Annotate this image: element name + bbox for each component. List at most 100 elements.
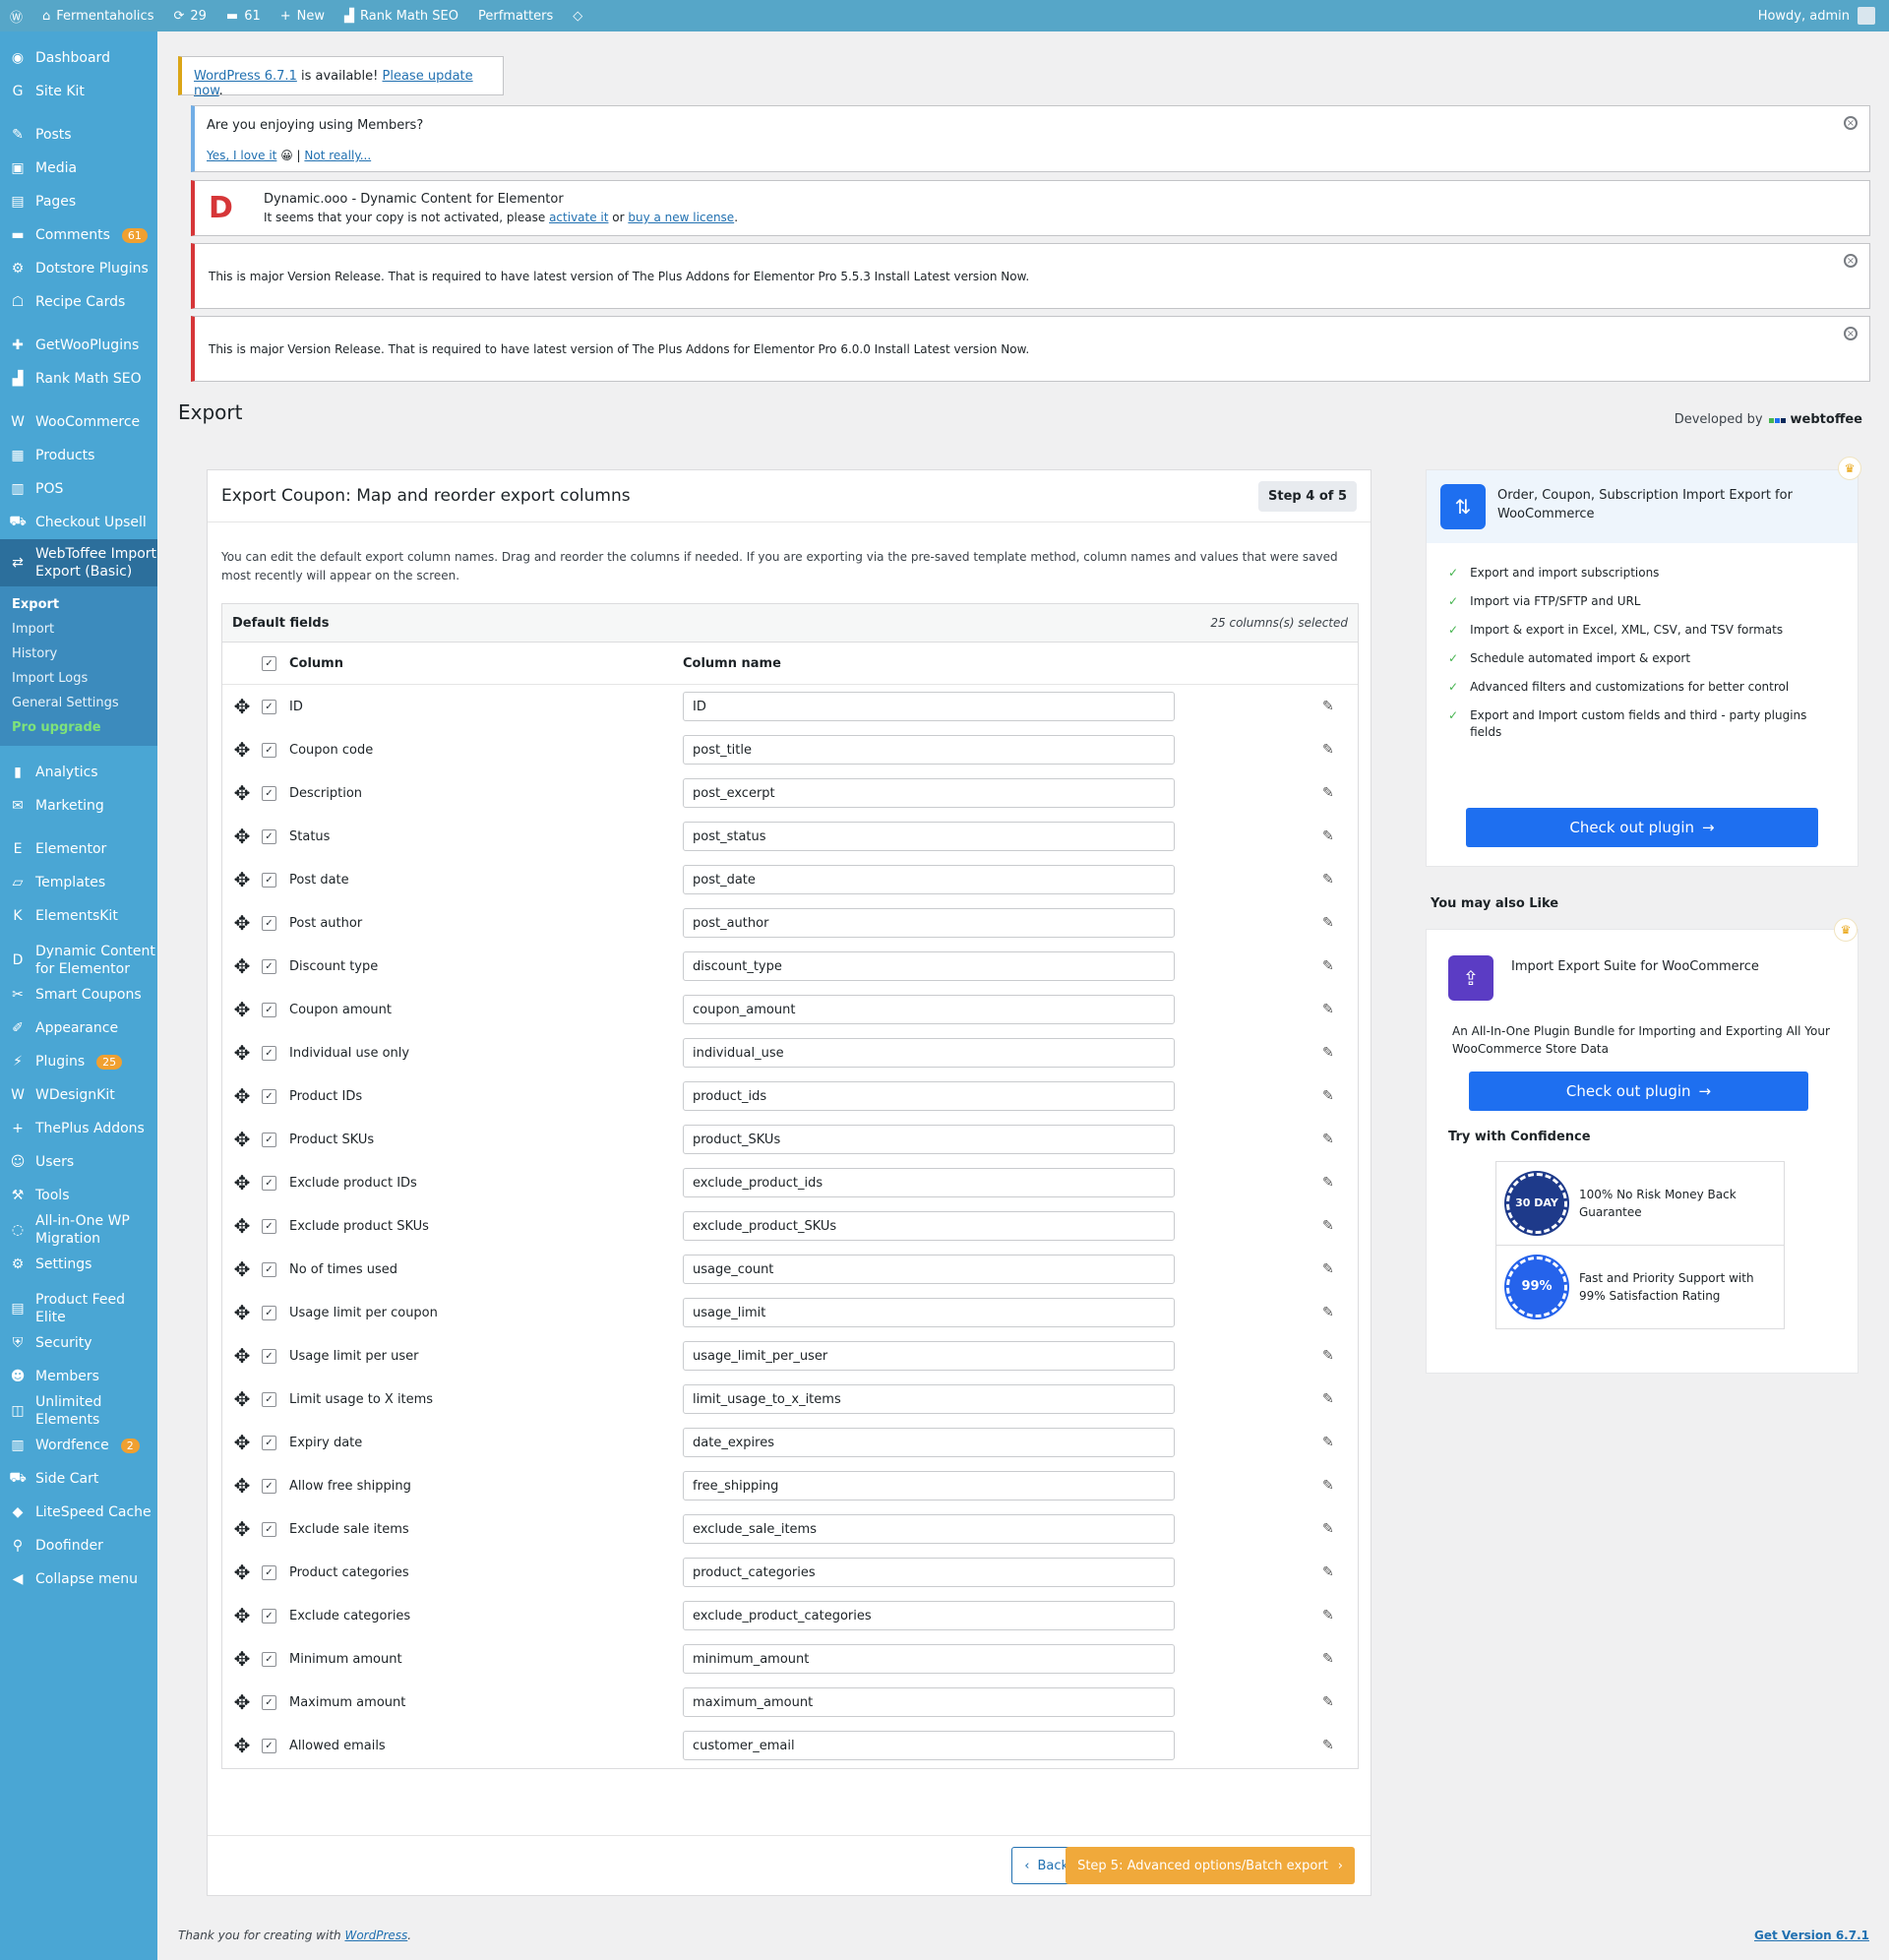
- field-checkbox[interactable]: ✓: [262, 828, 276, 844]
- pencil-icon[interactable]: ✎: [1322, 1175, 1334, 1191]
- drag-handle-icon[interactable]: ✥: [222, 1301, 262, 1324]
- perfmatters-link[interactable]: Perfmatters: [468, 0, 563, 31]
- pencil-icon[interactable]: ✎: [1322, 828, 1334, 844]
- sidebar-item-rankmath[interactable]: ▟ Rank Math SEO: [0, 362, 157, 396]
- field-checkbox[interactable]: ✓: [262, 1521, 276, 1537]
- sidebar-item-sitekit[interactable]: G Site Kit: [0, 75, 157, 108]
- pencil-icon[interactable]: ✎: [1322, 915, 1334, 931]
- drag-handle-icon[interactable]: ✥: [222, 954, 262, 978]
- field-checkbox[interactable]: ✓: [262, 1608, 276, 1623]
- sidebar-item-members[interactable]: ☻ Members: [0, 1360, 157, 1393]
- drag-handle-icon[interactable]: ✥: [222, 1561, 262, 1584]
- sidebar-item-litespeed[interactable]: ◆ LiteSpeed Cache: [0, 1496, 157, 1529]
- account-menu[interactable]: Howdy, admin: [1758, 7, 1889, 25]
- sidebar-item-appearance[interactable]: ✐ Appearance: [0, 1011, 157, 1045]
- field-checkbox[interactable]: ✓: [262, 1348, 276, 1364]
- pencil-icon[interactable]: ✎: [1322, 1305, 1334, 1320]
- pencil-icon[interactable]: ✎: [1322, 1738, 1334, 1753]
- field-checkbox[interactable]: ✓: [262, 1435, 276, 1450]
- yes-love-it-link[interactable]: Yes, I love it: [207, 149, 276, 162]
- pencil-icon[interactable]: ✎: [1322, 1694, 1334, 1710]
- sidebar-item-pos[interactable]: ▥ POS: [0, 472, 157, 506]
- drag-handle-icon[interactable]: ✥: [222, 998, 262, 1021]
- sidebar-item-settings[interactable]: ⚙ Settings: [0, 1248, 157, 1281]
- pencil-icon[interactable]: ✎: [1322, 1478, 1334, 1494]
- field-checkbox[interactable]: ✓: [262, 872, 276, 888]
- buy-license-link[interactable]: buy a new license: [628, 211, 734, 224]
- sidebar-item-posts[interactable]: ✎ Posts: [0, 118, 157, 152]
- drag-handle-icon[interactable]: ✥: [222, 1690, 262, 1714]
- sidebar-item-migration[interactable]: ◌ All-in-One WP Migration: [0, 1212, 157, 1248]
- column-name-input[interactable]: post_author: [683, 908, 1175, 938]
- drag-handle-icon[interactable]: ✥: [222, 1517, 262, 1541]
- sidebar-item-wdesignkit[interactable]: W WDesignKit: [0, 1078, 157, 1112]
- drag-handle-icon[interactable]: ✥: [222, 1128, 262, 1151]
- sidebar-item-plugins[interactable]: ⚡ Plugins 25: [0, 1045, 157, 1078]
- drag-handle-icon[interactable]: ✥: [222, 1344, 262, 1368]
- column-name-input[interactable]: post_excerpt: [683, 778, 1175, 808]
- drag-handle-icon[interactable]: ✥: [222, 1734, 262, 1757]
- sidebar-item-theplus[interactable]: + ThePlus Addons: [0, 1112, 157, 1145]
- sidebar-item-recipe[interactable]: ☖ Recipe Cards: [0, 285, 157, 319]
- not-really-link[interactable]: Not really...: [304, 149, 371, 162]
- field-checkbox[interactable]: ✓: [262, 742, 276, 758]
- drag-handle-icon[interactable]: ✥: [222, 1604, 262, 1627]
- sidebar-item-product-feed[interactable]: ▤ Product Feed Elite: [0, 1291, 157, 1326]
- submenu-item-import-logs[interactable]: Import Logs: [0, 666, 157, 691]
- column-name-input[interactable]: post_title: [683, 735, 1175, 765]
- next-step-button[interactable]: Step 5: Advanced options/Batch export ›: [1066, 1847, 1355, 1884]
- select-all-checkbox[interactable]: ✓: [262, 655, 276, 671]
- sidebar-item-media[interactable]: ▣ Media: [0, 152, 157, 185]
- submenu-item-pro-upgrade[interactable]: Pro upgrade: [0, 715, 157, 740]
- column-name-input[interactable]: free_shipping: [683, 1471, 1175, 1501]
- new-content-link[interactable]: + New: [271, 0, 335, 31]
- check-out-suite-button[interactable]: Check out plugin →: [1469, 1072, 1808, 1111]
- field-checkbox[interactable]: ✓: [262, 958, 276, 974]
- sidebar-item-side-cart[interactable]: ⛟ Side Cart: [0, 1462, 157, 1496]
- column-name-input[interactable]: post_date: [683, 865, 1175, 894]
- pencil-icon[interactable]: ✎: [1322, 1261, 1334, 1277]
- field-checkbox[interactable]: ✓: [262, 785, 276, 801]
- pencil-icon[interactable]: ✎: [1322, 1088, 1334, 1104]
- check-out-plugin-button[interactable]: Check out plugin →: [1466, 808, 1818, 847]
- submenu-item-import[interactable]: Import: [0, 617, 157, 642]
- sidebar-item-wordfence[interactable]: ▥ Wordfence 2: [0, 1429, 157, 1462]
- column-name-input[interactable]: maximum_amount: [683, 1687, 1175, 1717]
- pencil-icon[interactable]: ✎: [1322, 958, 1334, 974]
- updates-link[interactable]: ⟳ 29: [163, 0, 215, 31]
- drag-handle-icon[interactable]: ✥: [222, 1084, 262, 1108]
- submenu-item-export[interactable]: Export: [0, 592, 157, 617]
- pencil-icon[interactable]: ✎: [1322, 1564, 1334, 1580]
- drag-handle-icon[interactable]: ✥: [222, 1431, 262, 1454]
- pencil-icon[interactable]: ✎: [1322, 1651, 1334, 1667]
- drag-handle-icon[interactable]: ✥: [222, 868, 262, 891]
- drag-handle-icon[interactable]: ✥: [222, 1387, 262, 1411]
- column-name-input[interactable]: usage_limit: [683, 1298, 1175, 1327]
- field-checkbox[interactable]: ✓: [262, 1738, 276, 1753]
- pencil-icon[interactable]: ✎: [1322, 1391, 1334, 1407]
- sidebar-item-elementskit[interactable]: K ElementsKit: [0, 899, 157, 933]
- field-checkbox[interactable]: ✓: [262, 699, 276, 714]
- dismiss-icon[interactable]: ×: [1844, 327, 1858, 340]
- diamond-link[interactable]: ◇: [563, 0, 592, 31]
- field-checkbox[interactable]: ✓: [262, 1045, 276, 1061]
- pencil-icon[interactable]: ✎: [1322, 785, 1334, 801]
- column-name-input[interactable]: individual_use: [683, 1038, 1175, 1068]
- column-name-input[interactable]: product_SKUs: [683, 1125, 1175, 1154]
- pencil-icon[interactable]: ✎: [1322, 1002, 1334, 1017]
- column-name-input[interactable]: usage_count: [683, 1255, 1175, 1284]
- drag-handle-icon[interactable]: ✥: [222, 825, 262, 848]
- sidebar-item-marketing[interactable]: ✉ Marketing: [0, 789, 157, 823]
- get-version-link[interactable]: Get Version 6.7.1: [1754, 1929, 1869, 1942]
- pencil-icon[interactable]: ✎: [1322, 1132, 1334, 1147]
- sidebar-item-elementor[interactable]: E Elementor: [0, 832, 157, 866]
- pencil-icon[interactable]: ✎: [1322, 1435, 1334, 1450]
- column-name-input[interactable]: post_status: [683, 822, 1175, 851]
- sidebar-item-dynamic-content[interactable]: D Dynamic Content for Elementor: [0, 943, 157, 978]
- sidebar-item-collapse[interactable]: ◀ Collapse menu: [0, 1562, 157, 1596]
- sidebar-item-templates[interactable]: ▱ Templates: [0, 866, 157, 899]
- submenu-item-history[interactable]: History: [0, 642, 157, 666]
- sidebar-item-checkout[interactable]: ⛟ Checkout Upsell: [0, 506, 157, 539]
- drag-handle-icon[interactable]: ✥: [222, 1041, 262, 1065]
- dismiss-icon[interactable]: ×: [1844, 254, 1858, 268]
